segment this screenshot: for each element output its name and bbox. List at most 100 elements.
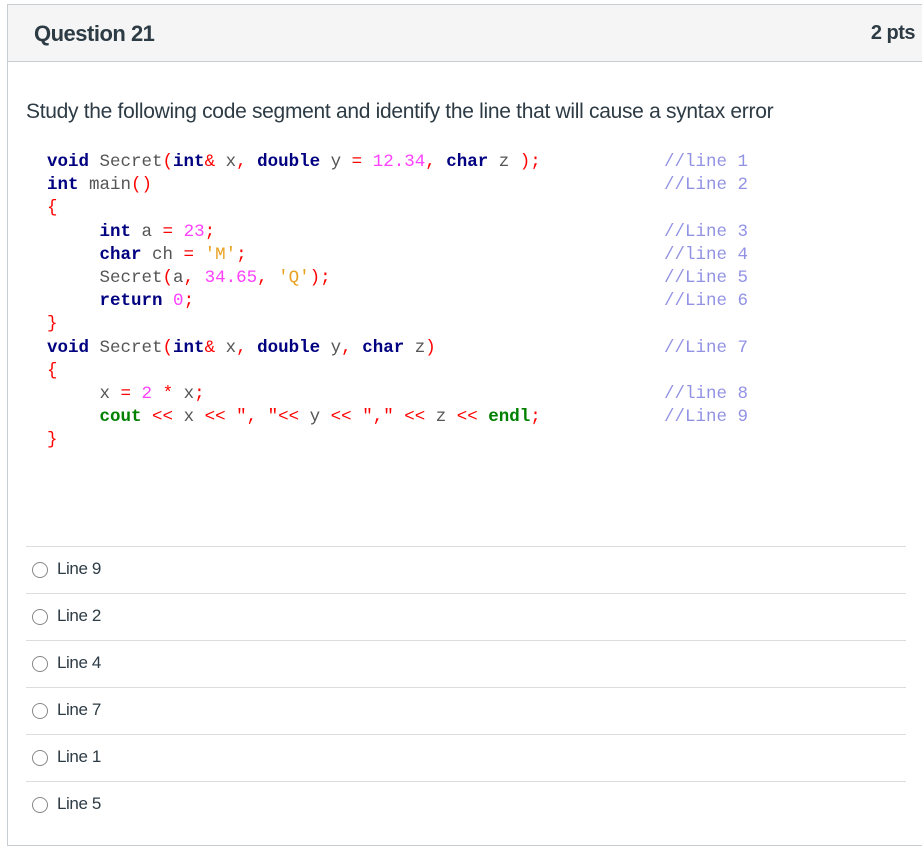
- code-token: a: [131, 221, 163, 242]
- code-token: }: [47, 430, 58, 451]
- code-token: ): [425, 337, 436, 358]
- question-text: Study the following code segment and ide…: [26, 100, 774, 123]
- code-line: {: [47, 197, 541, 220]
- code-line: }: [47, 313, 541, 336]
- code-token: =: [183, 244, 195, 265]
- code-token: z: [425, 407, 457, 428]
- code-token: 2: [141, 383, 153, 404]
- question-points: 2 pts: [870, 22, 916, 44]
- code-token: cout: [99, 407, 142, 428]
- code-line: x = 2 * x; //line 8: [47, 383, 749, 406]
- code-token: ,: [425, 152, 436, 172]
- code-token: x: [173, 407, 205, 428]
- radio-button[interactable]: [32, 750, 48, 766]
- code-token: ;: [183, 291, 195, 312]
- answer-label[interactable]: Line 2: [57, 606, 101, 626]
- code-token: char: [446, 152, 489, 172]
- code-token: (: [162, 337, 174, 358]
- radio-button[interactable]: [32, 609, 48, 625]
- code-comment: //Line 5: [664, 267, 749, 288]
- code-token: ;: [204, 221, 216, 242]
- answer-option[interactable]: Line 1: [26, 734, 906, 781]
- answer-option[interactable]: Line 9: [26, 546, 906, 593]
- answer-label[interactable]: Line 1: [57, 747, 101, 767]
- question-header: Question 21 2 pts: [8, 5, 922, 62]
- code-token: =: [162, 221, 174, 242]
- answer-option[interactable]: Line 4: [26, 640, 906, 687]
- answer-label[interactable]: Line 4: [57, 653, 101, 673]
- code-token: ,: [341, 337, 352, 358]
- answer-option[interactable]: Line 2: [26, 593, 906, 640]
- code-token: return: [99, 291, 163, 312]
- code-token: 0: [173, 291, 184, 312]
- code-token: {: [47, 360, 58, 381]
- radio-button[interactable]: [32, 562, 48, 578]
- code-comment: //line 4: [664, 244, 749, 265]
- code-line: {: [47, 360, 541, 383]
- code-line: int main() //Line 2: [47, 174, 748, 197]
- radio-button[interactable]: [32, 797, 48, 813]
- code-token: y: [299, 407, 331, 428]
- code-token: ,: [236, 152, 247, 172]
- code-token: ",": [362, 407, 394, 428]
- answer-option[interactable]: Line 7: [26, 687, 906, 734]
- code-token: <<: [152, 407, 174, 428]
- code-token: ,: [257, 267, 268, 288]
- code-comment: //Line 2: [664, 175, 749, 196]
- answer-label[interactable]: Line 9: [57, 559, 101, 579]
- answer-label[interactable]: Line 7: [57, 700, 101, 720]
- code-token: 'Q': [278, 267, 310, 288]
- code-line: Secret(a, 34.65, 'Q'); //Line 5: [47, 267, 749, 290]
- radio-button[interactable]: [32, 656, 48, 672]
- answer-label[interactable]: Line 5: [57, 794, 101, 814]
- code-comment: //Line 6: [664, 291, 749, 312]
- code-token: &: [204, 152, 216, 172]
- code-token: ;: [194, 383, 205, 404]
- code-token: a: [173, 267, 184, 288]
- code-token: <<: [456, 407, 478, 428]
- code-token: char: [362, 337, 405, 358]
- radio-button[interactable]: [32, 703, 48, 719]
- code-token: double: [257, 152, 321, 172]
- code-token: Secret: [89, 337, 163, 358]
- code-token: double: [257, 337, 321, 358]
- code-token: endl: [488, 407, 531, 428]
- code-token: z: [404, 337, 426, 358]
- code-token: {: [47, 198, 58, 219]
- code-line: cout << x << ", "<< y << "," << z << end…: [47, 406, 749, 429]
- code-token: =: [120, 383, 132, 404]
- code-token: ): [519, 152, 531, 172]
- code-token: ", ": [236, 407, 279, 428]
- code-token: 23: [183, 221, 205, 242]
- code-token: ;: [236, 244, 247, 265]
- code-comment: //Line 9: [664, 407, 749, 428]
- code-token: ;: [530, 152, 541, 172]
- code-token: ;: [320, 267, 331, 288]
- code-token: x: [215, 152, 237, 172]
- code-token: (): [131, 175, 153, 196]
- code-token: <<: [278, 407, 300, 428]
- code-token: *: [162, 383, 174, 404]
- code-comment: //Line 3: [664, 221, 749, 242]
- code-line: void Secret(int& x, double y, char z) //L…: [47, 337, 748, 360]
- code-comment: //line 8: [664, 383, 749, 404]
- code-token: ;: [530, 407, 541, 428]
- code-token: Secret: [89, 152, 163, 172]
- code-token: x: [47, 383, 121, 404]
- code-token: main: [78, 175, 132, 196]
- code-token: 'M': [204, 244, 237, 265]
